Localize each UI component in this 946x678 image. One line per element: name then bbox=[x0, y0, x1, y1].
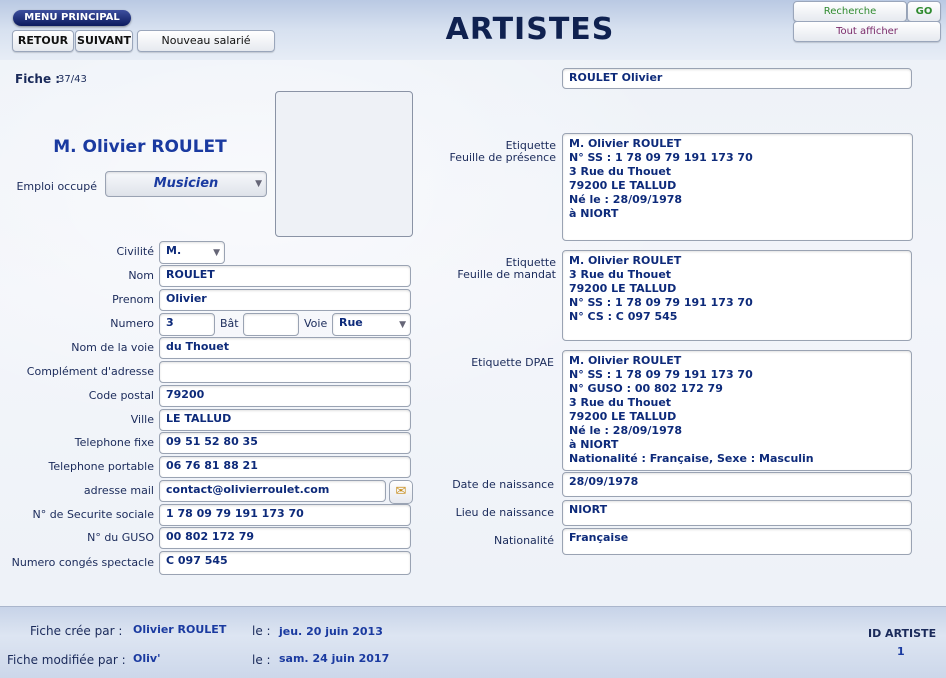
cree-date-value: jeu. 20 juin 2013 bbox=[279, 625, 383, 638]
etiquette-line: à NIORT bbox=[569, 207, 619, 220]
chevron-down-icon: ▼ bbox=[255, 179, 262, 189]
etiquette-line: 3 Rue du Thouet bbox=[569, 165, 672, 178]
cree-par-label: Fiche crée par : bbox=[30, 624, 123, 638]
tel-portable-field[interactable]: 06 76 81 88 21 bbox=[159, 456, 411, 478]
etiquette-line: à NIORT bbox=[569, 438, 619, 451]
etiquette-presence-label-2: Feuille de présence bbox=[449, 151, 556, 164]
artistes-form-page: MENU PRINCIPAL RETOUR SUIVANT Nouveau sa… bbox=[0, 0, 946, 678]
email-field[interactable]: contact@olivierroulet.com bbox=[159, 480, 386, 502]
tout-afficher-button[interactable]: Tout afficher bbox=[793, 21, 941, 42]
nom-field[interactable]: ROULET bbox=[159, 265, 411, 287]
date-naissance-field[interactable]: 28/09/1978 bbox=[562, 472, 912, 497]
menu-principal-button[interactable]: MENU PRINCIPAL bbox=[13, 10, 131, 26]
emploi-label: Emploi occupé bbox=[16, 180, 97, 193]
footer-bar: Fiche crée par : Olivier ROULET le : jeu… bbox=[0, 606, 946, 678]
email-label: adresse mail bbox=[83, 484, 154, 497]
code-postal-field[interactable]: 79200 bbox=[159, 385, 411, 407]
nouveau-salarie-button[interactable]: Nouveau salarié bbox=[137, 30, 275, 52]
cree-le-label: le : bbox=[252, 624, 271, 638]
ville-field[interactable]: LE TALLUD bbox=[159, 409, 411, 431]
civilite-label: Civilité bbox=[116, 245, 155, 258]
prenom-label: Prenom bbox=[112, 293, 154, 306]
code-postal-label: Code postal bbox=[88, 389, 154, 402]
suivant-button[interactable]: SUIVANT bbox=[75, 30, 133, 52]
etiquette-line: 3 Rue du Thouet bbox=[569, 268, 672, 281]
etiquette-line: M. Olivier ROULET bbox=[569, 254, 682, 267]
modifiee-par-value: Oliv' bbox=[133, 652, 161, 665]
complement-field[interactable] bbox=[159, 361, 411, 383]
lieu-naissance-field[interactable]: NIORT bbox=[562, 500, 912, 526]
etiquette-line: N° SS : 1 78 09 79 191 173 70 bbox=[569, 296, 753, 309]
go-button[interactable]: GO bbox=[907, 1, 941, 22]
nom-label: Nom bbox=[128, 269, 154, 282]
complement-label: Complément d'adresse bbox=[26, 365, 154, 378]
chevron-down-icon: ▼ bbox=[213, 247, 220, 258]
etiquette-line: 79200 LE TALLUD bbox=[569, 410, 677, 423]
bat-field[interactable] bbox=[243, 313, 299, 336]
conges-field[interactable]: C 097 545 bbox=[159, 551, 411, 575]
artist-display-name: M. Olivier ROULET bbox=[53, 137, 227, 157]
numero-field[interactable]: 3 bbox=[159, 313, 215, 336]
nationalite-label: Nationalité bbox=[494, 534, 554, 547]
modifiee-par-label: Fiche modifiée par : bbox=[7, 653, 126, 667]
lieu-naissance-label: Lieu de naissance bbox=[455, 506, 554, 519]
etiquette-line: Nationalité : Française, Sexe : Masculin bbox=[569, 452, 814, 465]
nom-voie-field[interactable]: du Thouet bbox=[159, 337, 411, 359]
id-artiste-value: 1 bbox=[897, 645, 905, 658]
prenom-field[interactable]: Olivier bbox=[159, 289, 411, 311]
emploi-select[interactable]: Musicien ▼ bbox=[105, 171, 267, 197]
secu-label: N° de Securite sociale bbox=[32, 508, 154, 521]
etiquette-mandat-field[interactable]: M. Olivier ROULET 3 Rue du Thouet 79200 … bbox=[562, 250, 912, 341]
civilite-select[interactable]: M. ▼ bbox=[159, 241, 225, 264]
envelope-icon[interactable]: ✉ bbox=[389, 480, 413, 504]
guso-label: N° du GUSO bbox=[87, 531, 154, 544]
ville-label: Ville bbox=[130, 413, 154, 426]
modifiee-le-label: le : bbox=[252, 653, 271, 667]
voie-select[interactable]: Rue ▼ bbox=[332, 313, 411, 336]
id-artiste-label: ID ARTISTE bbox=[868, 627, 937, 640]
bat-label: Bât bbox=[220, 317, 239, 330]
etiquette-line: Né le : 28/09/1978 bbox=[569, 424, 683, 437]
retour-button[interactable]: RETOUR bbox=[12, 30, 74, 52]
secu-field[interactable]: 1 78 09 79 191 173 70 bbox=[159, 504, 411, 526]
etiquette-mandat-label-2: Feuille de mandat bbox=[457, 268, 556, 281]
numero-label: Numero bbox=[110, 317, 154, 330]
nationalite-field[interactable]: Française bbox=[562, 528, 912, 555]
guso-field[interactable]: 00 802 172 79 bbox=[159, 527, 411, 549]
etiquette-line: Né le : 28/09/1978 bbox=[569, 193, 683, 206]
page-title: ARTISTES bbox=[445, 12, 615, 47]
fiche-label: Fiche : bbox=[15, 72, 61, 86]
tel-fixe-label: Telephone fixe bbox=[74, 436, 154, 449]
voie-value: Rue bbox=[339, 316, 363, 329]
civilite-value: M. bbox=[166, 244, 182, 257]
voie-label: Voie bbox=[304, 317, 328, 330]
etiquette-dpae-label: Etiquette DPAE bbox=[471, 356, 554, 369]
fiche-counter: 37/43 bbox=[58, 74, 87, 85]
etiquette-line: 79200 LE TALLUD bbox=[569, 282, 677, 295]
modifiee-date-value: sam. 24 juin 2017 bbox=[279, 652, 390, 665]
etiquette-line: 79200 LE TALLUD bbox=[569, 179, 677, 192]
date-naissance-label: Date de naissance bbox=[452, 478, 554, 491]
etiquette-dpae-field[interactable]: M. Olivier ROULET N° SS : 1 78 09 79 191… bbox=[562, 350, 912, 471]
etiquette-line: N° CS : C 097 545 bbox=[569, 310, 678, 323]
tel-fixe-field[interactable]: 09 51 52 80 35 bbox=[159, 432, 411, 454]
emploi-value: Musicien bbox=[153, 176, 219, 191]
full-name-field[interactable]: ROULET Olivier bbox=[562, 68, 912, 89]
nom-voie-label: Nom de la voie bbox=[71, 341, 154, 354]
etiquette-line: M. Olivier ROULET bbox=[569, 354, 682, 367]
etiquette-line: N° SS : 1 78 09 79 191 173 70 bbox=[569, 368, 753, 381]
tel-portable-label: Telephone portable bbox=[48, 460, 154, 473]
recherche-button[interactable]: Recherche bbox=[793, 1, 907, 22]
etiquette-line: 3 Rue du Thouet bbox=[569, 396, 672, 409]
conges-label: Numero congés spectacle bbox=[11, 556, 154, 569]
chevron-down-icon: ▼ bbox=[399, 319, 406, 330]
photo-placeholder[interactable] bbox=[275, 91, 413, 237]
etiquette-line: M. Olivier ROULET bbox=[569, 137, 682, 150]
etiquette-presence-field[interactable]: M. Olivier ROULET N° SS : 1 78 09 79 191… bbox=[562, 133, 913, 241]
etiquette-line: N° SS : 1 78 09 79 191 173 70 bbox=[569, 151, 753, 164]
etiquette-line: N° GUSO : 00 802 172 79 bbox=[569, 382, 723, 395]
cree-par-value: Olivier ROULET bbox=[133, 623, 227, 636]
